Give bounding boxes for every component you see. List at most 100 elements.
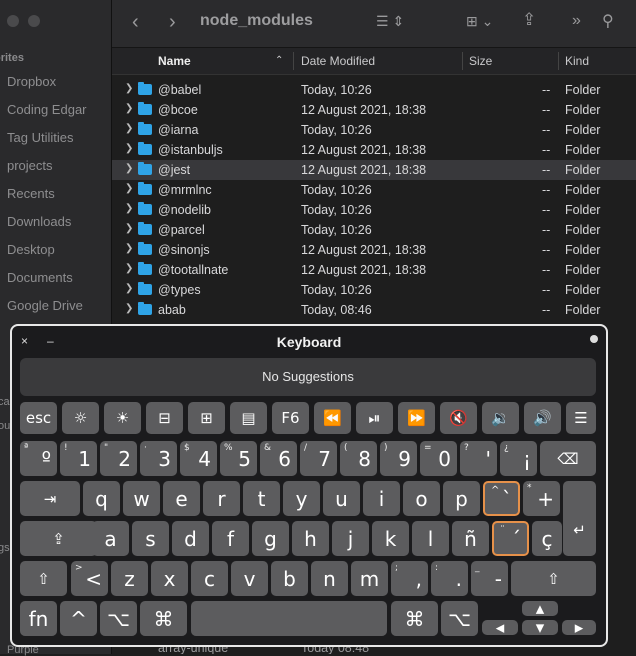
key-arrow-left[interactable]: ◀ — [482, 620, 518, 635]
key-w[interactable]: w — [123, 481, 160, 516]
key-v[interactable]: v — [231, 561, 268, 596]
key-space[interactable] — [191, 601, 387, 636]
key-5[interactable]: % 5 — [220, 441, 257, 476]
disclosure-icon[interactable]: ❯ — [125, 103, 133, 114]
back-icon[interactable]: ‹ — [132, 11, 139, 34]
key-b[interactable]: b — [271, 561, 308, 596]
key-ordinal[interactable]: ªº — [20, 441, 57, 476]
key-h[interactable]: h — [292, 521, 329, 556]
sidebar-item-recents[interactable]: Recents — [7, 186, 55, 201]
key-n-tilde[interactable]: ñ — [452, 521, 489, 556]
key-6[interactable]: & 6 — [260, 441, 297, 476]
forward-icon[interactable]: › — [169, 11, 176, 34]
key-option-right[interactable]: ⌥ — [441, 601, 478, 636]
key-arrow-down[interactable]: ▼ — [522, 620, 558, 635]
key-p[interactable]: p — [443, 481, 480, 516]
key-plus[interactable]: * + — [523, 481, 560, 516]
share-icon[interactable]: ⇪ — [522, 10, 536, 30]
disclosure-icon[interactable]: ❯ — [125, 83, 133, 94]
key-z[interactable]: z — [111, 561, 148, 596]
sidebar-item-tag-utilities[interactable]: Tag Utilities — [7, 130, 73, 145]
table-row[interactable]: ❯ @iarna Today, 10:26 -- Folder — [112, 120, 636, 140]
key-mission-control[interactable]: ⊟ — [146, 402, 183, 434]
key-t[interactable]: t — [243, 481, 280, 516]
key-c[interactable]: c — [191, 561, 228, 596]
key-4[interactable]: $4 — [180, 441, 217, 476]
sidebar-item-dropbox[interactable]: Dropbox — [7, 74, 56, 89]
group-icon[interactable]: ⊞ ⌄ — [466, 13, 493, 30]
key-e[interactable]: e — [163, 481, 200, 516]
key-0[interactable]: = 0 — [420, 441, 457, 476]
key-n[interactable]: n — [311, 561, 348, 596]
key-volume-up[interactable]: 🔊 — [524, 402, 561, 434]
table-row[interactable]: ❯ @sinonjs 12 August 2021, 18:38 -- Folder — [112, 240, 636, 260]
key-a[interactable]: a — [92, 521, 129, 556]
key-play-pause[interactable]: ⏯ — [356, 402, 393, 434]
key-fn[interactable]: fn — [20, 601, 57, 636]
disclosure-icon[interactable]: ❯ — [125, 283, 133, 294]
column-size[interactable]: Size — [469, 54, 492, 68]
key-brightness-down[interactable]: ☼ — [62, 402, 99, 434]
key-minus[interactable]: _ - — [471, 561, 508, 596]
key-g[interactable]: g — [252, 521, 289, 556]
key-launchpad[interactable]: ⊞ — [188, 402, 225, 434]
sidebar-item-projects[interactable]: projects — [7, 158, 53, 173]
sidebar-item-coding-edgar[interactable]: Coding Edgar — [7, 102, 87, 117]
disclosure-icon[interactable]: ❯ — [125, 203, 133, 214]
key-inverted-exclamation[interactable]: ¿ ¡ — [500, 441, 537, 476]
sidebar-item-google-drive[interactable]: Google Drive — [7, 298, 83, 313]
sidebar-item-documents[interactable]: Documents — [7, 270, 73, 285]
key-shift-left[interactable]: ⇧ — [20, 561, 67, 596]
window-button-zoom[interactable] — [28, 15, 40, 27]
key-9[interactable]: ) 9 — [380, 441, 417, 476]
key-rewind[interactable]: ⏪ — [314, 402, 351, 434]
key-s[interactable]: s — [132, 521, 169, 556]
key-f6[interactable]: F6 — [272, 402, 309, 434]
sidebar-item-desktop[interactable]: Desktop — [7, 242, 55, 257]
table-row[interactable]: ❯ @babel Today, 10:26 -- Folder — [112, 80, 636, 100]
key-m[interactable]: m — [351, 561, 388, 596]
key-tab[interactable]: ⇥ — [20, 481, 80, 516]
key-fast-forward[interactable]: ⏩ — [398, 402, 435, 434]
key-apostrophe[interactable]: ? ' — [460, 441, 497, 476]
key-c-cedilla[interactable]: ç — [532, 521, 562, 556]
key-u[interactable]: u — [323, 481, 360, 516]
key-control[interactable]: ^ — [60, 601, 97, 636]
key-1[interactable]: ! 1 — [60, 441, 97, 476]
key-period[interactable]: :. — [431, 561, 468, 596]
key-list[interactable]: ☰ — [566, 402, 596, 434]
key-j[interactable]: j — [332, 521, 369, 556]
key-3[interactable]: · 3 — [140, 441, 177, 476]
disclosure-icon[interactable]: ❯ — [125, 223, 133, 234]
disclosure-icon[interactable]: ❯ — [125, 143, 133, 154]
key-caps-lock[interactable]: ⇪ — [20, 521, 97, 556]
disclosure-icon[interactable]: ❯ — [125, 163, 133, 174]
key-volume-down[interactable]: 🔉 — [482, 402, 519, 434]
key-comma[interactable]: ;, — [391, 561, 428, 596]
table-row-selected[interactable]: ❯ @jest 12 August 2021, 18:38 -- Folder — [112, 160, 636, 180]
key-o[interactable]: o — [403, 481, 440, 516]
table-row[interactable]: ❯ @nodelib Today, 10:26 -- Folder — [112, 200, 636, 220]
key-k[interactable]: k — [372, 521, 409, 556]
key-delete[interactable]: ⌫ — [540, 441, 596, 476]
column-name[interactable]: Name — [158, 54, 191, 68]
table-row[interactable]: ❯ @istanbuljs 12 August 2021, 18:38 -- Folde… — [112, 140, 636, 160]
key-brightness-up[interactable]: ☀ — [104, 402, 141, 434]
key-l[interactable]: l — [412, 521, 449, 556]
table-row[interactable]: ❯ @bcoe 12 August 2021, 18:38 -- Folder — [112, 100, 636, 120]
key-option-left[interactable]: ⌥ — [100, 601, 137, 636]
table-row[interactable]: ❯ abab Today, 08:46 -- Folder — [112, 300, 636, 320]
key-f[interactable]: f — [212, 521, 249, 556]
window-button-close[interactable] — [7, 15, 19, 27]
disclosure-icon[interactable]: ❯ — [125, 303, 133, 314]
list-view-icon[interactable]: ☰ ⇕ — [376, 13, 404, 30]
table-row[interactable]: ❯ @tootallnate 12 August 2021, 18:38 -- Fold… — [112, 260, 636, 280]
key-esc[interactable]: esc — [20, 402, 57, 434]
sidebar-item-downloads[interactable]: Downloads — [7, 214, 71, 229]
key-less-than[interactable]: > < — [71, 561, 108, 596]
key-r[interactable]: r — [203, 481, 240, 516]
keyboard-options-icon[interactable] — [590, 335, 598, 343]
key-2[interactable]: " 2 — [100, 441, 137, 476]
table-row[interactable]: ❯ @parcel Today, 10:26 -- Folder — [112, 220, 636, 240]
key-command-right[interactable]: ⌘ — [391, 601, 438, 636]
